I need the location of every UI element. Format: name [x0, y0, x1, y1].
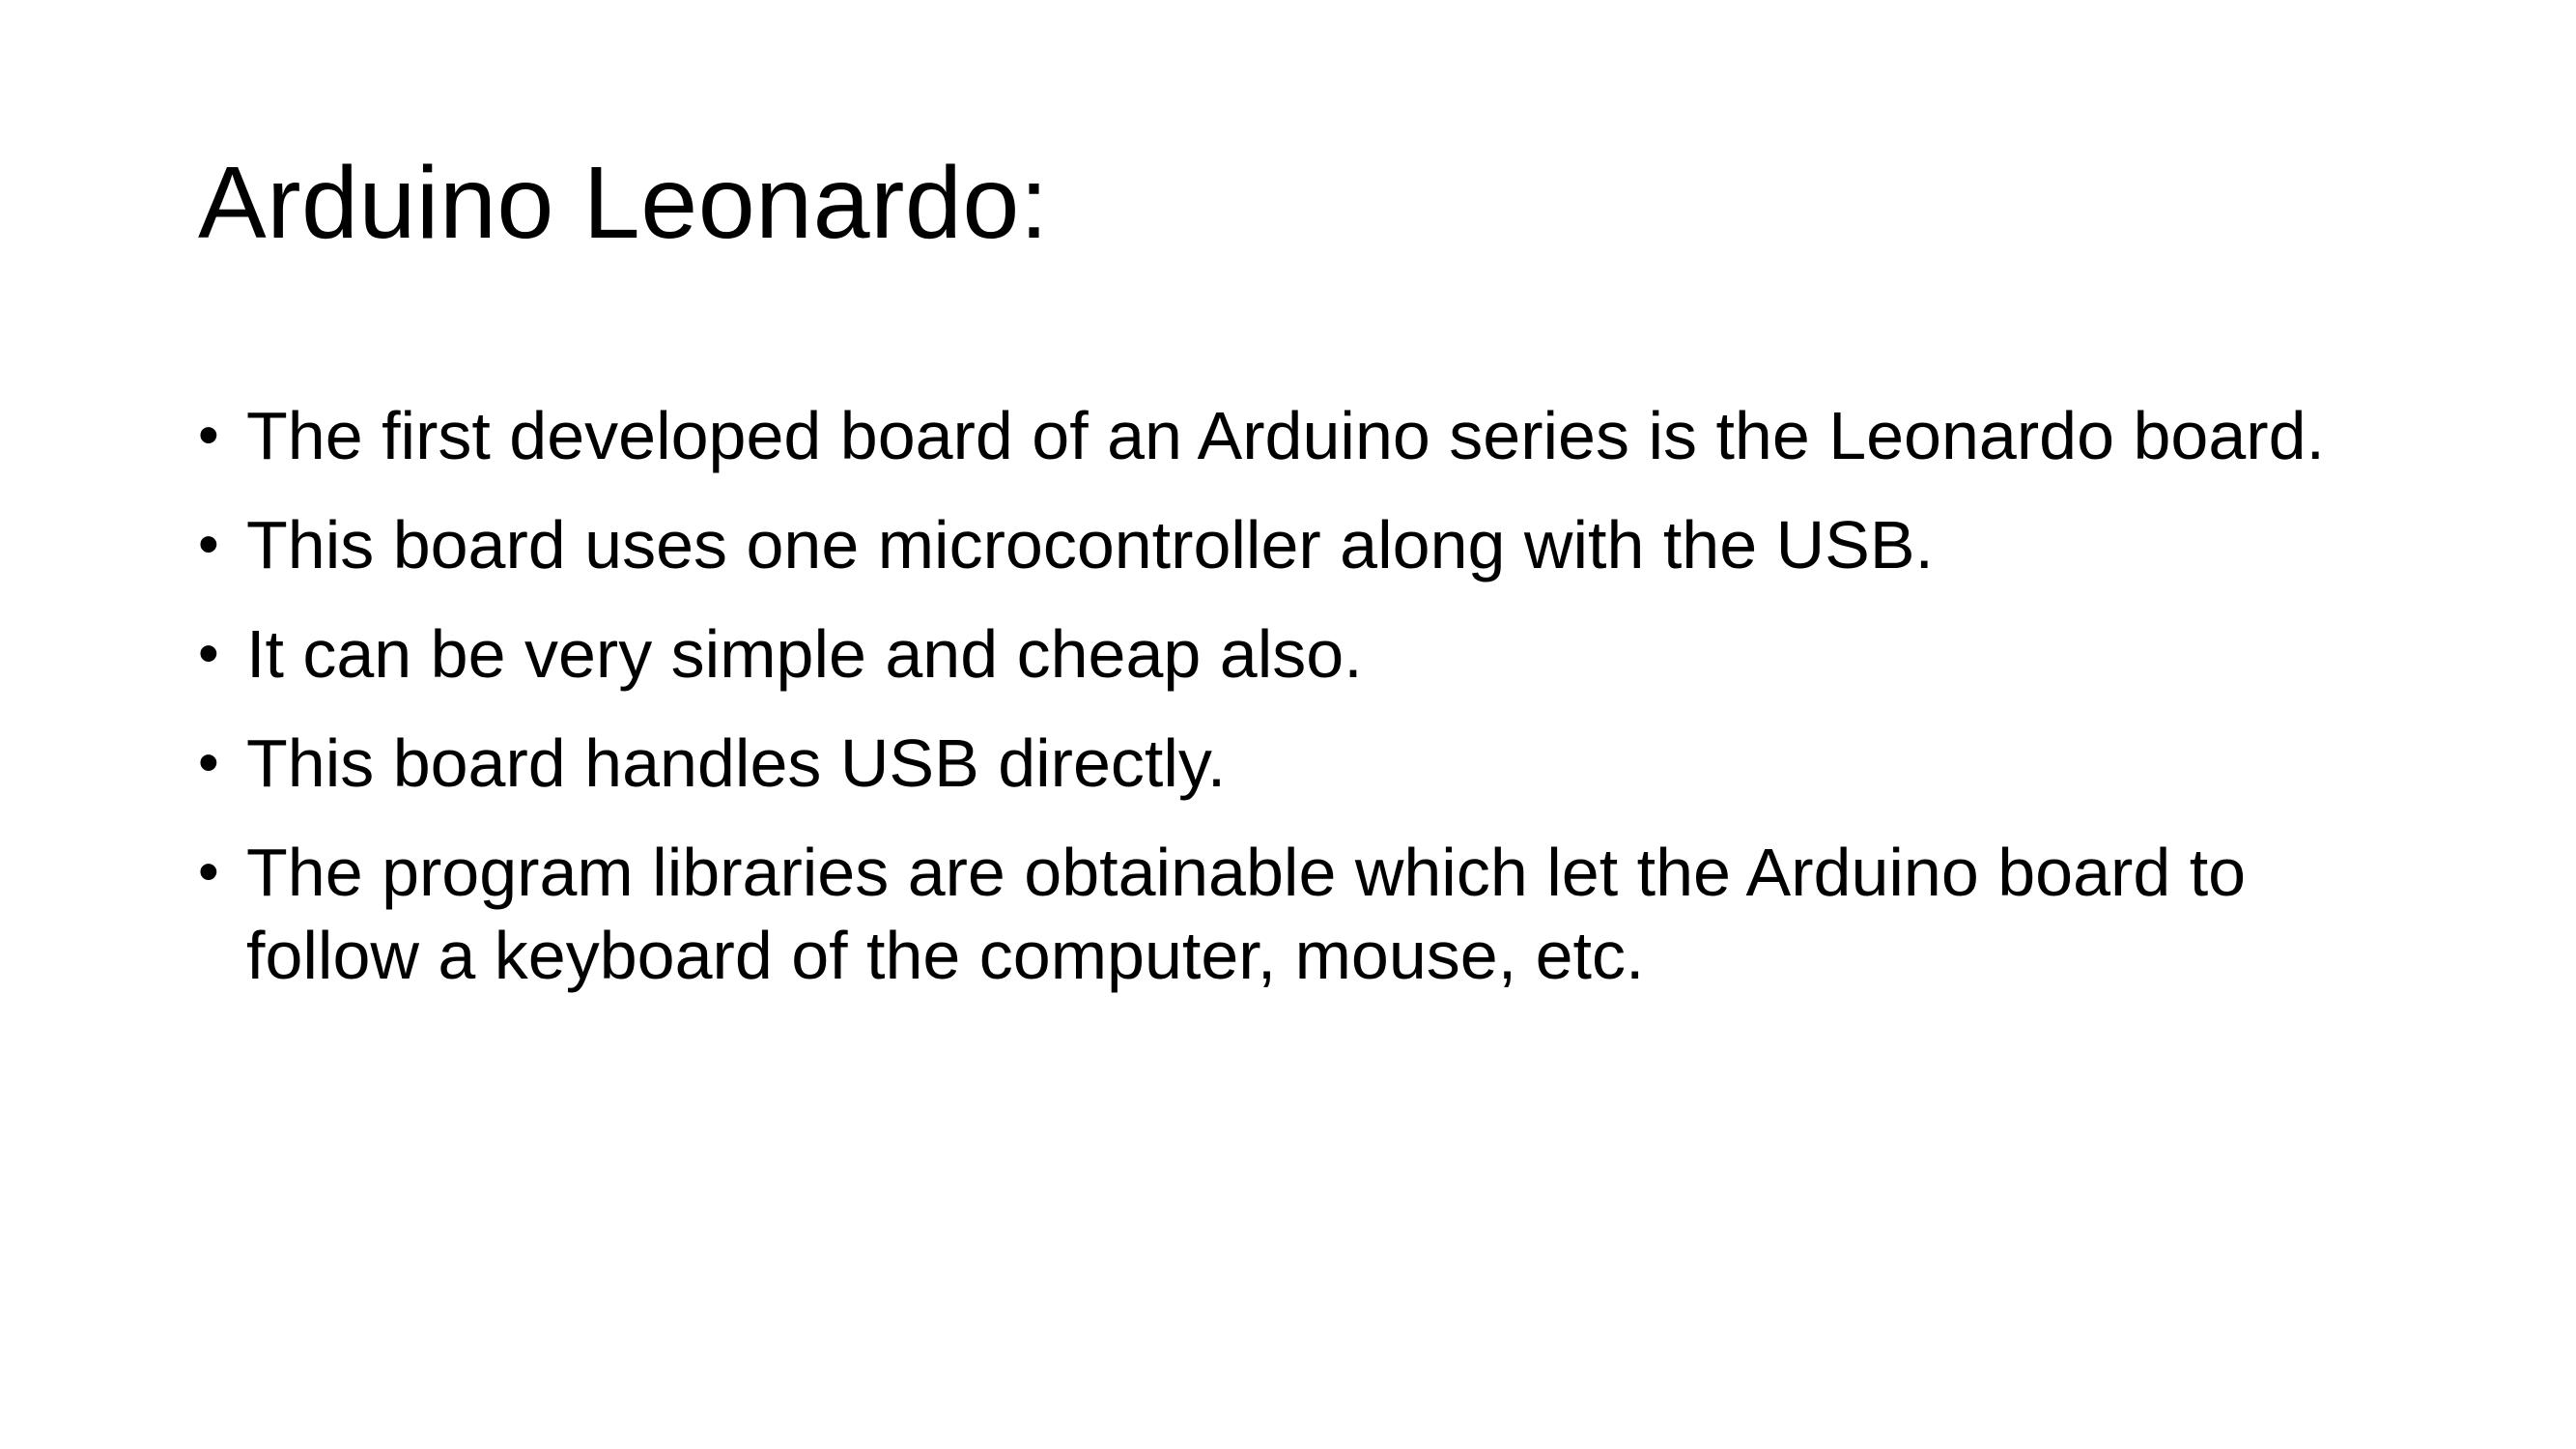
- bullet-text: The first developed board of an Arduino …: [246, 398, 2325, 473]
- bullet-marker: •: [198, 729, 219, 796]
- bullet-item: • The program libraries are obtainable w…: [198, 831, 2420, 997]
- bullet-item: • This board uses one microcontroller al…: [198, 503, 2420, 586]
- bullet-item: • This board handles USB directly.: [198, 722, 2420, 805]
- bullet-marker: •: [198, 402, 219, 469]
- bullet-text: It can be very simple and cheap also.: [246, 616, 1363, 692]
- slide-title: Arduino Leonardo:: [198, 146, 1049, 260]
- bullet-item: • The first developed board of an Arduin…: [198, 394, 2420, 477]
- bullet-text: This board handles USB directly.: [246, 725, 1227, 801]
- bullet-text: This board uses one microcontroller alon…: [246, 507, 1934, 582]
- bullet-text: The program libraries are obtainable whi…: [246, 835, 2247, 993]
- bullet-marker: •: [198, 838, 219, 905]
- bullet-marker: •: [198, 620, 219, 687]
- slide: Arduino Leonardo: • The first developed …: [0, 0, 2576, 1449]
- bullet-marker: •: [198, 511, 219, 578]
- bullet-item: • It can be very simple and cheap also.: [198, 612, 2420, 696]
- bullet-list: • The first developed board of an Arduin…: [198, 394, 2420, 1023]
